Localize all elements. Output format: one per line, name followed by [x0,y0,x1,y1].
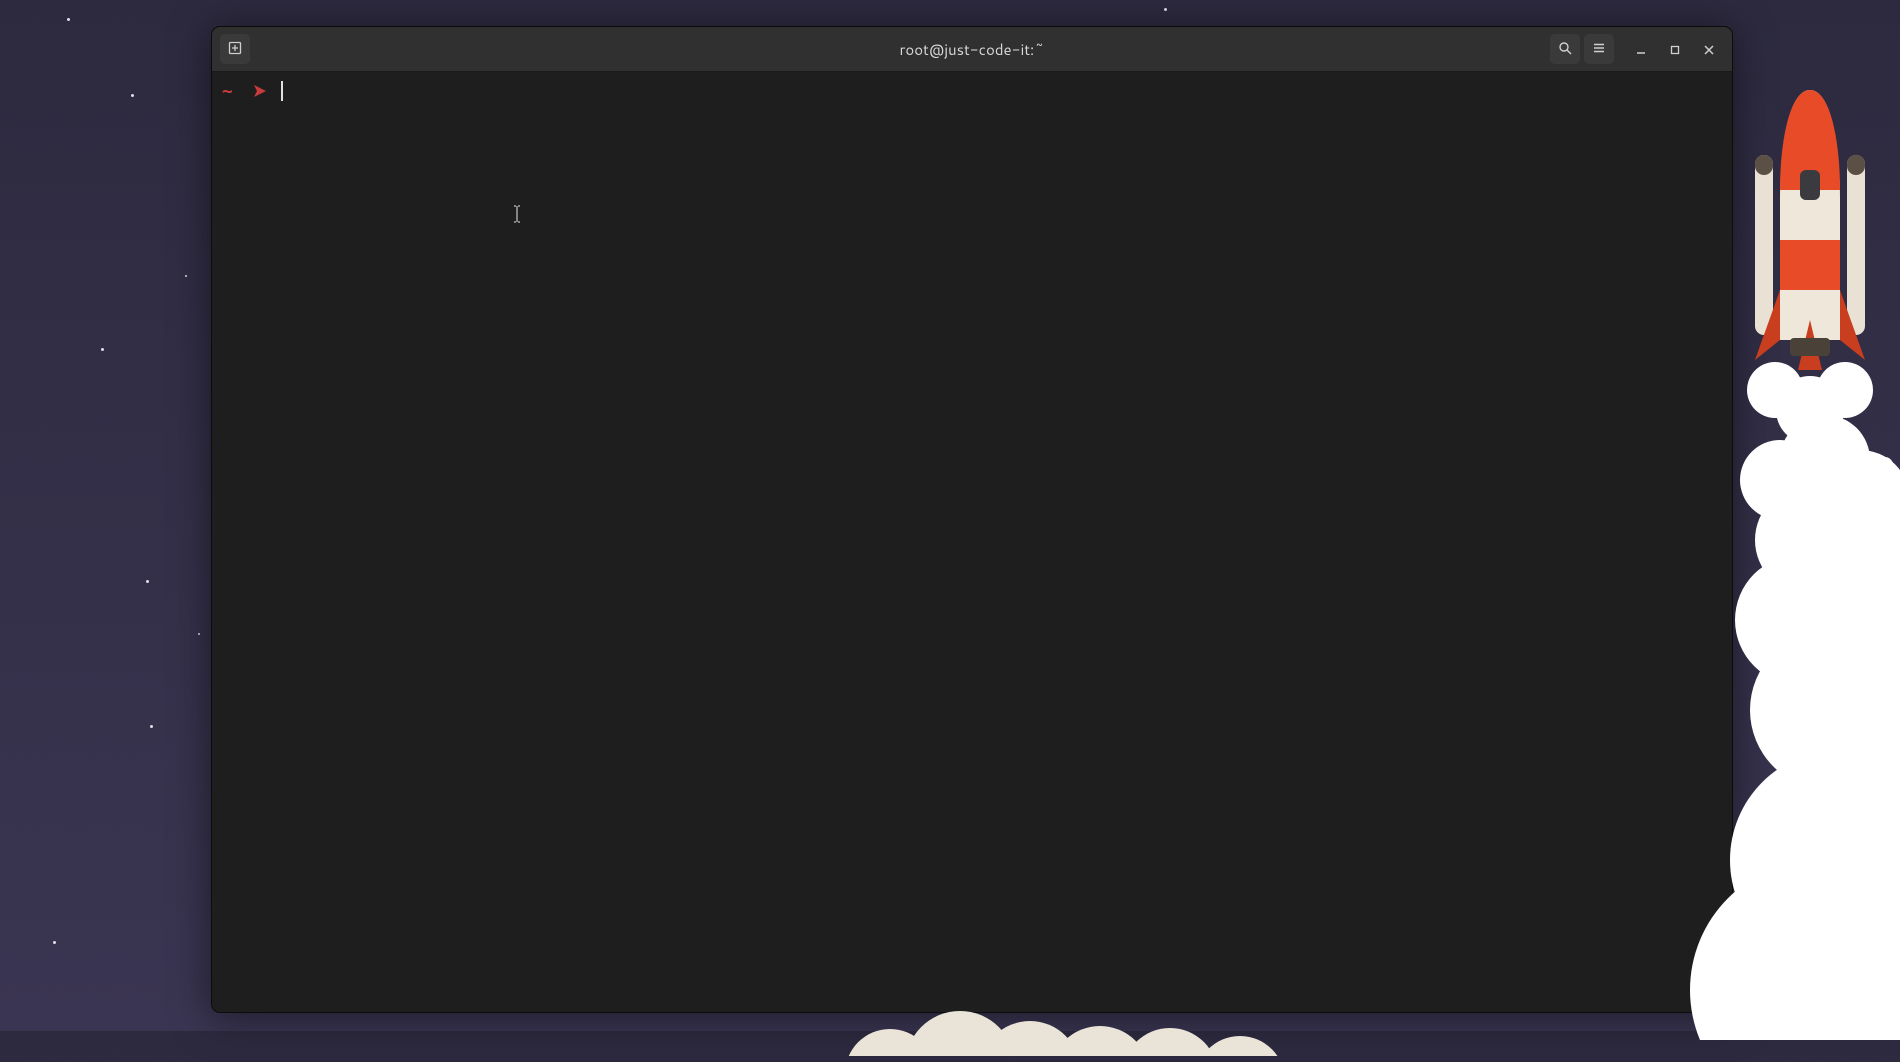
close-button[interactable] [1694,34,1724,64]
close-icon [1704,38,1714,61]
wallpaper-star [131,94,134,97]
command-input[interactable] [281,81,283,101]
wallpaper-star [185,275,187,277]
search-icon [1558,38,1572,61]
terminal-window: root@just-code-it:~ [211,26,1733,1013]
wallpaper-star [1164,8,1167,11]
hamburger-icon [1592,38,1606,61]
maximize-button[interactable] [1660,34,1690,64]
terminal-cursor [281,81,283,101]
wallpaper-star [67,18,70,21]
new-tab-icon [228,38,242,61]
prompt-line: ~ [216,80,1728,102]
mouse-ibeam-cursor [512,204,522,230]
wallpaper-star [198,633,200,635]
maximize-icon [1670,38,1680,61]
wallpaper-star [53,941,56,944]
prompt-cwd: ~ [216,81,239,102]
wallpaper-star [150,725,153,728]
wallpaper-star [101,348,104,351]
terminal-viewport[interactable]: ~ [212,72,1732,1012]
titlebar: root@just-code-it:~ [212,27,1732,72]
window-title: root@just-code-it:~ [212,39,1732,60]
menu-button[interactable] [1584,34,1614,64]
wallpaper-star [146,580,149,583]
minimize-button[interactable] [1626,34,1656,64]
prompt-arrow-icon [239,84,273,98]
search-button[interactable] [1550,34,1580,64]
new-tab-button[interactable] [220,34,250,64]
minimize-icon [1636,38,1646,61]
